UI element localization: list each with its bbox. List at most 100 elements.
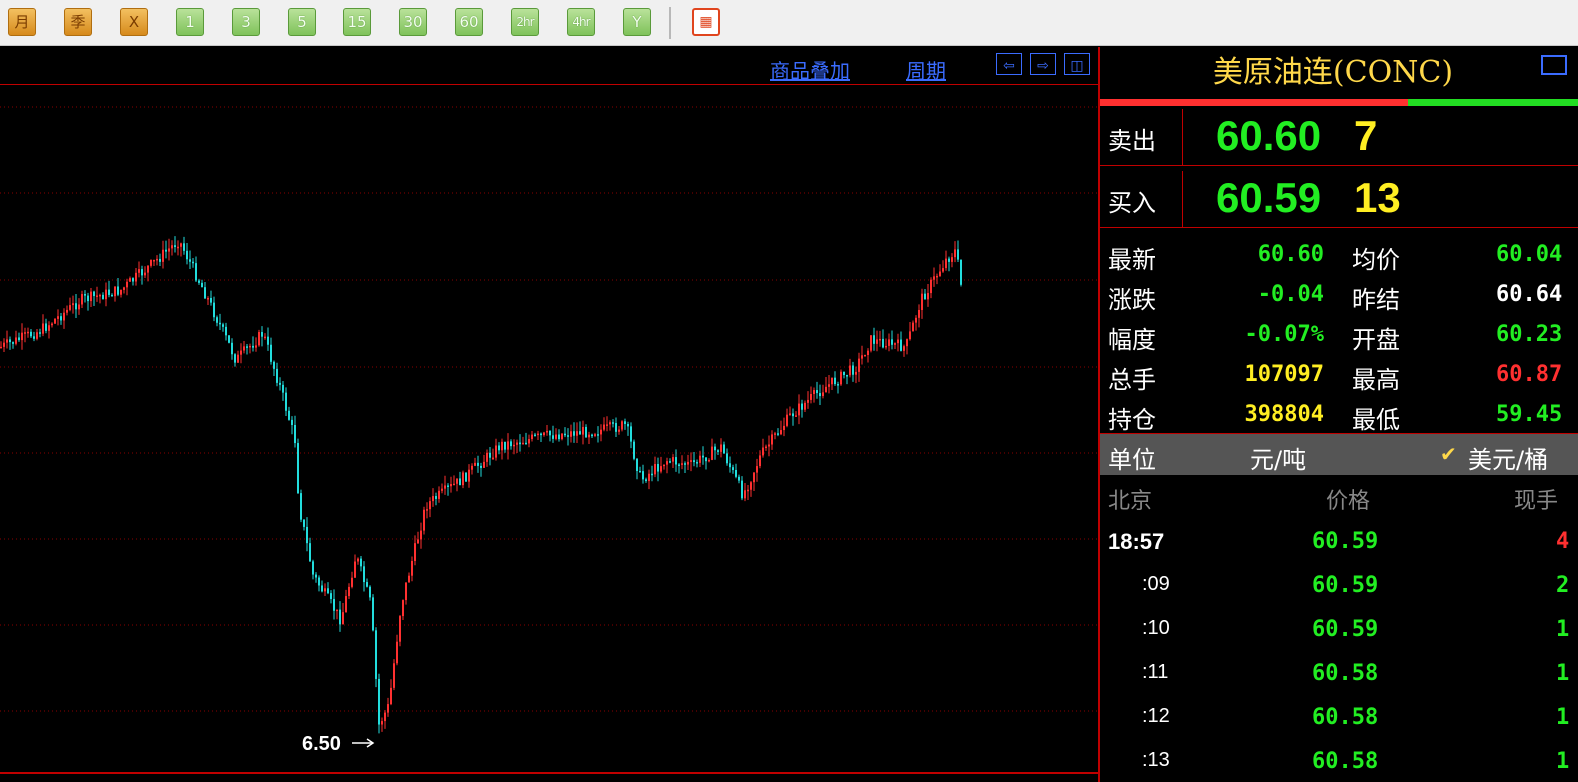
candle-body — [786, 414, 788, 426]
candle-body — [42, 323, 44, 334]
period-y-button[interactable]: Y — [623, 8, 651, 36]
period-4hr-button[interactable]: 4hr — [567, 8, 595, 36]
candle-body — [135, 272, 137, 282]
panel-toggle-icon[interactable]: ◫ — [1064, 53, 1090, 75]
candle-body — [288, 410, 290, 420]
candle-body — [888, 339, 890, 346]
candle-body — [93, 291, 95, 297]
candle-body — [828, 384, 830, 387]
candle-body — [171, 245, 173, 249]
period-month-button[interactable]: 月 — [8, 8, 36, 36]
buy-label: 买入 — [1108, 189, 1156, 217]
candle-body — [738, 476, 740, 481]
period-3min-button[interactable]: 3 — [232, 8, 260, 36]
period-5min-button[interactable]: 5 — [288, 8, 316, 36]
period-30min-button[interactable]: 30 — [399, 8, 427, 36]
stat-value: 60.23 — [1496, 322, 1563, 347]
candle-body — [714, 446, 716, 451]
candle-body — [639, 471, 641, 473]
candle-body — [900, 339, 902, 351]
candle-body — [960, 259, 962, 285]
candle-body — [198, 280, 200, 283]
tick-price: 60.58 — [1312, 705, 1379, 730]
candle-body — [48, 325, 50, 331]
tick-row: :10 60.59 1 — [1100, 609, 1578, 653]
candle-body — [876, 339, 878, 344]
window-icon[interactable] — [1541, 55, 1567, 75]
candle-body — [651, 473, 653, 476]
instrument-title: 美原油连(CONC) — [1212, 55, 1454, 90]
candle-body — [213, 302, 215, 318]
candle-body — [687, 461, 689, 465]
candle-body — [153, 259, 155, 262]
candle-body — [339, 609, 341, 625]
buy-volume: 13 — [1354, 174, 1401, 221]
candle-body — [690, 460, 692, 462]
candlestick-chart[interactable]: 6.50 — [0, 85, 1098, 772]
candle-body — [195, 263, 197, 281]
tick-time: :10 — [1142, 617, 1170, 639]
candle-body — [759, 455, 761, 467]
candle-body — [864, 354, 866, 357]
candle-body — [318, 577, 320, 586]
period-x-button[interactable]: X — [120, 8, 148, 36]
overlay-link[interactable]: 商品叠加 — [770, 55, 850, 84]
candle-body — [519, 442, 521, 445]
candle-body — [384, 712, 386, 722]
candle-body — [747, 489, 749, 492]
candle-body — [768, 444, 770, 447]
tick-price: 60.58 — [1312, 661, 1379, 686]
candle-body — [558, 434, 560, 440]
candle-body — [6, 339, 8, 343]
candle-body — [723, 444, 725, 454]
unit-option-yuan-per-ton[interactable]: 元/吨 — [1250, 440, 1306, 475]
candle-body — [375, 630, 377, 679]
candle-body — [282, 384, 284, 393]
candle-body — [39, 332, 41, 334]
candle-body — [807, 399, 809, 403]
candle-body — [159, 258, 161, 262]
period-quarter-button[interactable]: 季 — [64, 8, 92, 36]
toolbar-separator — [669, 7, 671, 39]
candle-body — [129, 278, 131, 282]
candle-body — [66, 309, 68, 313]
candle-body — [732, 467, 734, 470]
tick-volume: 2 — [1556, 573, 1570, 598]
tick-row: :12 60.58 1 — [1100, 697, 1578, 741]
period-60min-button[interactable]: 60 — [455, 8, 483, 36]
candle-body — [513, 444, 515, 447]
candle-body — [231, 342, 233, 355]
period-1min-button[interactable]: 1 — [176, 8, 204, 36]
candle-body — [678, 464, 680, 467]
candle-body — [741, 480, 743, 499]
candle-body — [141, 269, 143, 276]
stat-value: 60.64 — [1496, 282, 1563, 307]
stat-row: 幅度 -0.07% 开盘 60.23 — [1100, 316, 1578, 356]
candle-body — [0, 346, 2, 349]
candle-body — [870, 335, 872, 351]
candle-body — [132, 278, 134, 282]
arrow-right-icon[interactable]: ⇨ — [1030, 53, 1056, 75]
candle-body — [279, 382, 281, 385]
unit-option-usd-per-barrel[interactable]: 美元/桶 — [1468, 440, 1548, 475]
candle-body — [861, 355, 863, 359]
candle-body — [735, 469, 737, 477]
candle-body — [306, 526, 308, 544]
candle-body — [360, 558, 362, 567]
candle-body — [45, 323, 47, 331]
stat-value: 60.60 — [1257, 242, 1324, 267]
stat-label: 昨结 — [1352, 286, 1400, 314]
grid-table-icon[interactable]: ▦ — [692, 8, 720, 36]
candle-body — [951, 257, 953, 262]
period-2hr-button[interactable]: 2hr — [511, 8, 539, 36]
buy-sell-strength-bar — [1100, 99, 1578, 106]
arrow-left-icon[interactable]: ⇦ — [996, 53, 1022, 75]
period-link[interactable]: 周期 — [906, 55, 946, 84]
candle-body — [138, 269, 140, 273]
period-15min-button[interactable]: 15 — [343, 8, 371, 36]
candle-body — [648, 473, 650, 482]
stat-row: 总手 107097 最高 60.87 — [1100, 356, 1578, 396]
candle-body — [189, 259, 191, 262]
candle-body — [906, 339, 908, 347]
candle-body — [789, 413, 791, 415]
